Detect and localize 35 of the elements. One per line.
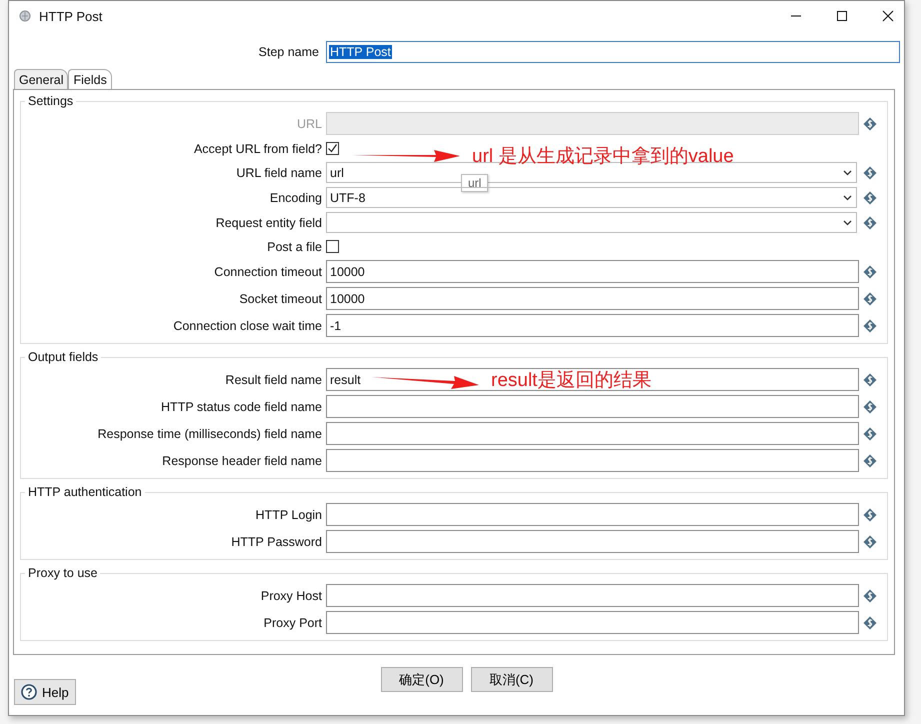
field-label: Request entity field [214,216,322,230]
input-field[interactable]: 10000 [326,287,859,310]
help-button[interactable]: Help [14,679,76,705]
field-label: Post a file [266,240,322,254]
field-label: Response header field name [161,454,322,468]
field-label: URL [296,116,322,130]
field-label: Proxy Port [262,616,322,630]
field-label: URL field name [235,166,322,180]
field-label: HTTP Login [254,508,322,522]
field-label: HTTP Password [230,534,322,548]
field-label: Connection close wait time [172,318,322,332]
group-title: Output fields [27,350,100,364]
dialog-button[interactable]: 确定(O) [380,667,462,692]
step-name-field[interactable]: HTTP Post [326,41,900,63]
field-label: Encoding [268,190,322,204]
tooltip: url [461,174,488,192]
field-label: Accept URL from field? [192,142,322,156]
input-field[interactable]: 10000 [326,260,859,283]
window-title: HTTP Post [39,8,102,24]
dialog-button[interactable]: 取消(C) [470,667,552,692]
dropdown-field[interactable]: UTF-8 [326,187,857,208]
field-label: Response time (milliseconds) field name [96,426,322,440]
group-title: Proxy to use [27,566,98,580]
tab[interactable]: Fields [68,69,112,89]
field-label: Connection timeout [213,264,322,278]
field-label: Socket timeout [238,292,322,306]
step-name-label: Step name [258,45,319,59]
field-label: HTTP status code field name [160,400,322,414]
tab[interactable]: General [14,69,68,89]
field-label: Result field name [224,372,322,386]
input-field[interactable]: -1 [326,314,859,337]
annotation-text: result是返回的结果 [491,369,652,393]
field-label: Proxy Host [260,588,322,602]
group-title: HTTP authentication [27,485,143,499]
group-title: Settings [27,94,74,108]
